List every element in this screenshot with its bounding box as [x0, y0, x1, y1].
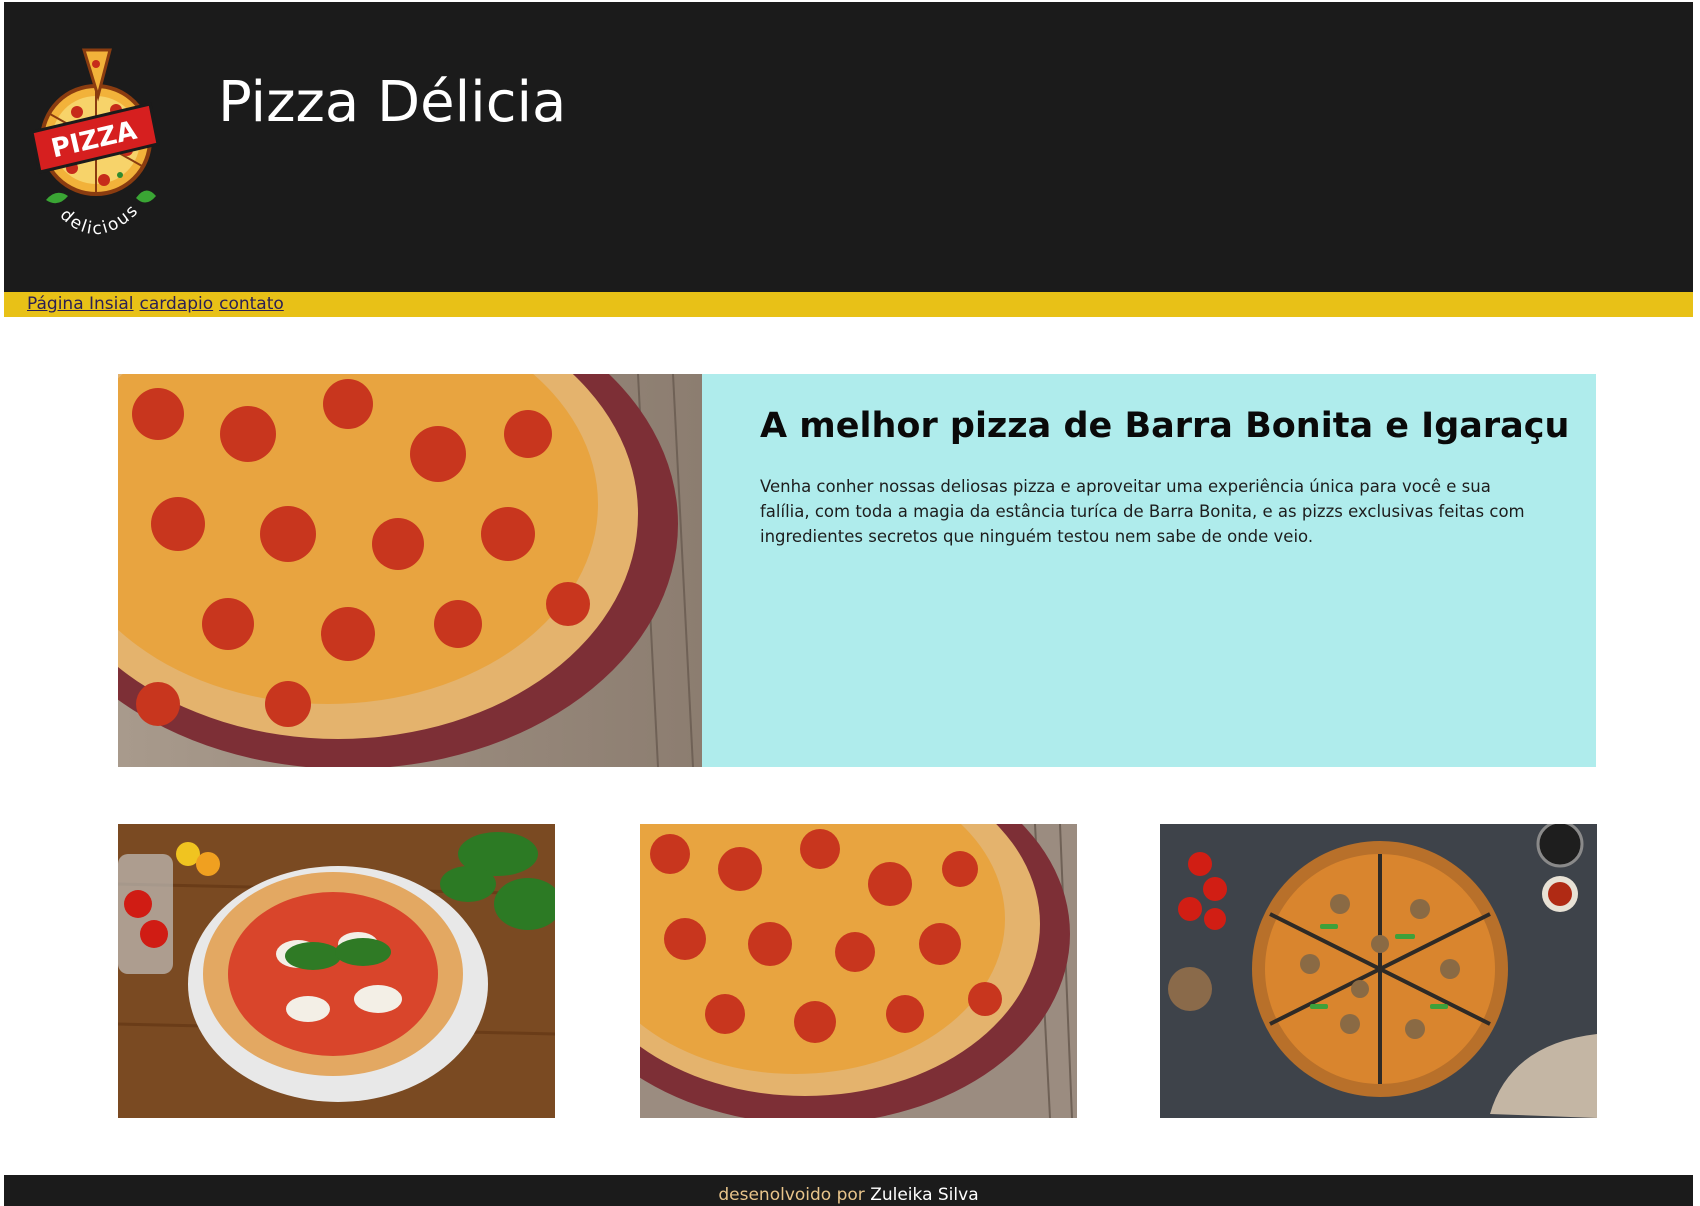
nav-link-menu[interactable]: cardapio	[140, 294, 214, 314]
gallery-image-pepperoni	[640, 824, 1077, 1118]
site-title: Pizza Délicia	[218, 70, 567, 135]
hero-paragraph: Venha conher nossas deliosas pizza e apr…	[760, 477, 1525, 546]
hero-section: A melhor pizza de Barra Bonita e Igaraçu…	[118, 374, 1596, 767]
nav-bar: Página Insial cardapio contato	[4, 292, 1693, 317]
pizza-logo: PIZZA delicious	[32, 40, 162, 260]
hero-heading: A melhor pizza de Barra Bonita e Igaraçu	[760, 406, 1570, 446]
nav-link-contact[interactable]: contato	[219, 294, 284, 314]
gallery-image-margherita	[118, 824, 555, 1118]
gallery-image-sausage-pepper	[1160, 824, 1597, 1118]
site-footer: desenolvoido por Zuleika Silva	[4, 1175, 1693, 1206]
site-header: PIZZA delicious Pizza Délicia	[4, 2, 1693, 292]
footer-credit-prefix: desenolvoido por	[718, 1185, 865, 1205]
hero-pizza-image	[118, 374, 702, 767]
svg-text:delicious: delicious	[56, 200, 143, 239]
hero-text-panel: A melhor pizza de Barra Bonita e Igaraçu…	[702, 374, 1596, 767]
footer-author: Zuleika Silva	[870, 1185, 979, 1205]
page: PIZZA delicious Pizza Délicia Página Ins…	[0, 0, 1700, 1206]
nav-link-home[interactable]: Página Insial	[27, 294, 134, 314]
nav-links: Página Insial cardapio contato	[27, 294, 290, 314]
